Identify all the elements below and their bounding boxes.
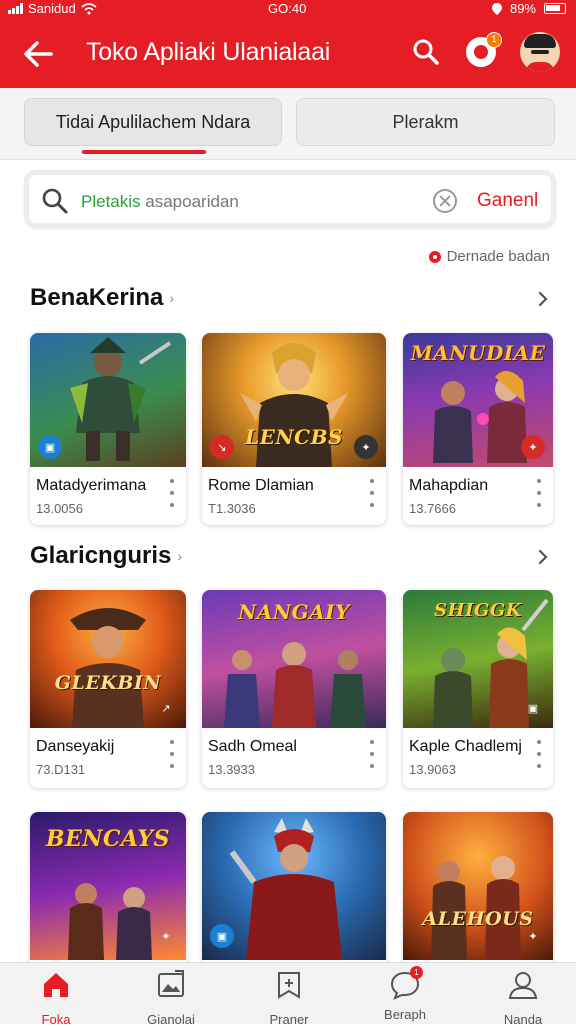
more-options-icon[interactable] (537, 479, 543, 507)
app-name: Danseyakij (36, 738, 115, 755)
more-options-icon[interactable] (537, 740, 543, 768)
app-downloads: 13.3933 (208, 762, 255, 777)
battery-percent: 89% (509, 1, 536, 16)
signal-icon (8, 3, 23, 14)
app-card[interactable]: SHIGGK ▣ Kaple Chadlemj 13.9063 (403, 590, 553, 788)
active-tab-indicator (82, 150, 206, 154)
nav-item-bookmark[interactable]: Praner (239, 969, 339, 1027)
home-icon (44, 973, 68, 997)
category-icon: ✦ (161, 930, 171, 943)
chevron-right-icon: › (169, 290, 175, 306)
category-icon: ▣ (210, 924, 234, 948)
app-thumbnail: SHIGGK ▣ (403, 590, 553, 728)
search-icon (42, 188, 68, 214)
search-input[interactable]: Pletakis asapoaridan (81, 192, 239, 212)
app-card[interactable]: LENCBS ↘ ✦ Rome Dlamian T1.3036 (202, 333, 386, 525)
sort-link[interactable]: Dernade badan (428, 248, 550, 265)
category-icon: ↗ (161, 702, 171, 715)
app-card[interactable]: MANUDIAE ✦ Mahapdian 13.7666 (403, 333, 553, 525)
app-thumbnail: BENCAYS ✦ (30, 812, 186, 960)
avatar[interactable] (520, 32, 560, 72)
app-thumbnail: GLEKBIN ↗ (30, 590, 186, 728)
gallery-icon (158, 970, 184, 997)
section-more-icon[interactable] (534, 548, 552, 566)
app-name: Kaple Chadlemj (409, 738, 522, 755)
status-bar: Sanidud GO:40 89% (0, 0, 576, 18)
status-time: GO:40 (268, 1, 307, 16)
nav-item-gallery[interactable]: Gianolai (121, 969, 221, 1027)
nav-item-home[interactable]: Foka (6, 969, 106, 1027)
section-title[interactable]: Glaricnguris › (30, 542, 182, 570)
app-bar: Toko Apliaki Ulanialaai 1 (0, 18, 576, 88)
page-title: Toko Apliaki Ulanialaai (86, 38, 331, 66)
app-name: Matadyerimana (36, 477, 147, 494)
sort-label: Dernade badan (446, 248, 550, 265)
app-card[interactable]: ▣ (202, 812, 386, 972)
tab-plerakm[interactable]: Plerakm (296, 98, 555, 146)
app-name: Mahapdian (409, 477, 489, 494)
section-title[interactable]: BenaKerina › (30, 284, 174, 312)
cancel-button[interactable]: Ganenl (477, 190, 538, 212)
app-downloads: T1.3036 (208, 501, 256, 516)
app-name: Sadh Omeal (208, 738, 297, 755)
category-icon: ▣ (527, 702, 539, 715)
location-icon (491, 2, 502, 15)
more-options-icon[interactable] (170, 740, 176, 768)
app-thumbnail: LENCBS ↘ ✦ (202, 333, 386, 467)
notifications-button[interactable]: 1 (462, 32, 502, 72)
nav-item-chat[interactable]: 1 Beraph (355, 966, 455, 1022)
section-more-icon[interactable] (534, 290, 552, 308)
nav-item-profile[interactable]: Nanda (473, 969, 573, 1027)
app-card[interactable]: ▣ Matadyerimana 13.0056 (30, 333, 186, 525)
app-card[interactable]: ALEHOUS ✦ (403, 812, 553, 972)
battery-icon (544, 3, 566, 14)
chat-icon: 1 (389, 966, 423, 1001)
bookmark-icon (278, 972, 300, 999)
app-card[interactable]: BENCAYS ✦ (30, 812, 186, 972)
search-bar[interactable]: Pletakis asapoaridan Ganenl (24, 170, 556, 228)
notification-badge: 1 (486, 32, 502, 48)
app-downloads: 13.7666 (409, 501, 456, 516)
person-icon (508, 972, 538, 999)
more-options-icon[interactable] (370, 479, 376, 507)
sort-icon (428, 250, 441, 263)
search-button[interactable] (408, 34, 444, 70)
chat-badge: 1 (410, 966, 423, 979)
bottom-nav: Foka Gianolai Praner 1 Beraph Nanda (0, 962, 576, 1027)
app-card[interactable]: NANGAIY Sadh Omeal 13.3933 (202, 590, 386, 788)
app-thumbnail: MANUDIAE ✦ (403, 333, 553, 467)
search-icon (413, 39, 439, 65)
category-icon: ▣ (38, 435, 62, 459)
more-options-icon[interactable] (170, 479, 176, 507)
back-button[interactable] (20, 36, 56, 72)
category-icon: ↘ (210, 435, 234, 459)
app-name: Rome Dlamian (208, 477, 314, 494)
app-downloads: 13.9063 (409, 762, 456, 777)
more-options-icon[interactable] (370, 740, 376, 768)
app-downloads: 73.D131 (36, 762, 86, 777)
category-icon: ✦ (354, 435, 378, 459)
app-card[interactable]: GLEKBIN ↗ Danseyakij 73.D131 (30, 590, 186, 788)
app-thumbnail: NANGAIY (202, 590, 386, 728)
category-icon: ✦ (528, 930, 538, 943)
app-thumbnail: ▣ (202, 812, 386, 960)
wifi-icon (81, 2, 97, 14)
clear-search-icon[interactable] (433, 189, 457, 213)
tab-apps[interactable]: Tidai Apulilachem Ndara (24, 98, 282, 146)
arrow-left-icon (24, 41, 53, 67)
carrier-label: Sanidud (28, 1, 76, 16)
tab-bar: Tidai Apulilachem Ndara Plerakm (0, 88, 576, 160)
category-icon: ✦ (521, 435, 545, 459)
chevron-right-icon: › (177, 548, 183, 564)
app-downloads: 13.0056 (36, 501, 83, 516)
app-thumbnail: ▣ (30, 333, 186, 467)
app-thumbnail: ALEHOUS ✦ (403, 812, 553, 960)
